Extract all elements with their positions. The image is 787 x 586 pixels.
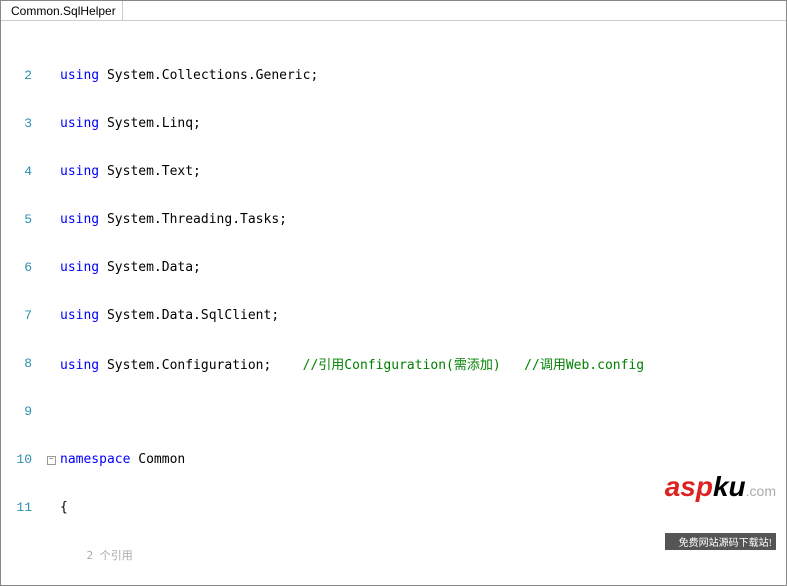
fold-toggle[interactable]: − <box>44 453 58 465</box>
line-number: 2 <box>1 68 36 83</box>
tab-bar: Common.SqlHelper <box>1 1 786 21</box>
tab-title: Common.SqlHelper <box>11 4 116 18</box>
file-tab[interactable]: Common.SqlHelper <box>1 1 123 20</box>
watermark: aspku.com 免费网站源码下载站! <box>665 441 776 580</box>
code-content[interactable]: 2using System.Collections.Generic; 3usin… <box>1 21 786 585</box>
code-editor[interactable]: 2using System.Collections.Generic; 3usin… <box>1 21 786 585</box>
code-lens[interactable]: 2 个引用 <box>58 547 133 563</box>
code-line: using System.Collections.Generic; <box>58 68 318 83</box>
